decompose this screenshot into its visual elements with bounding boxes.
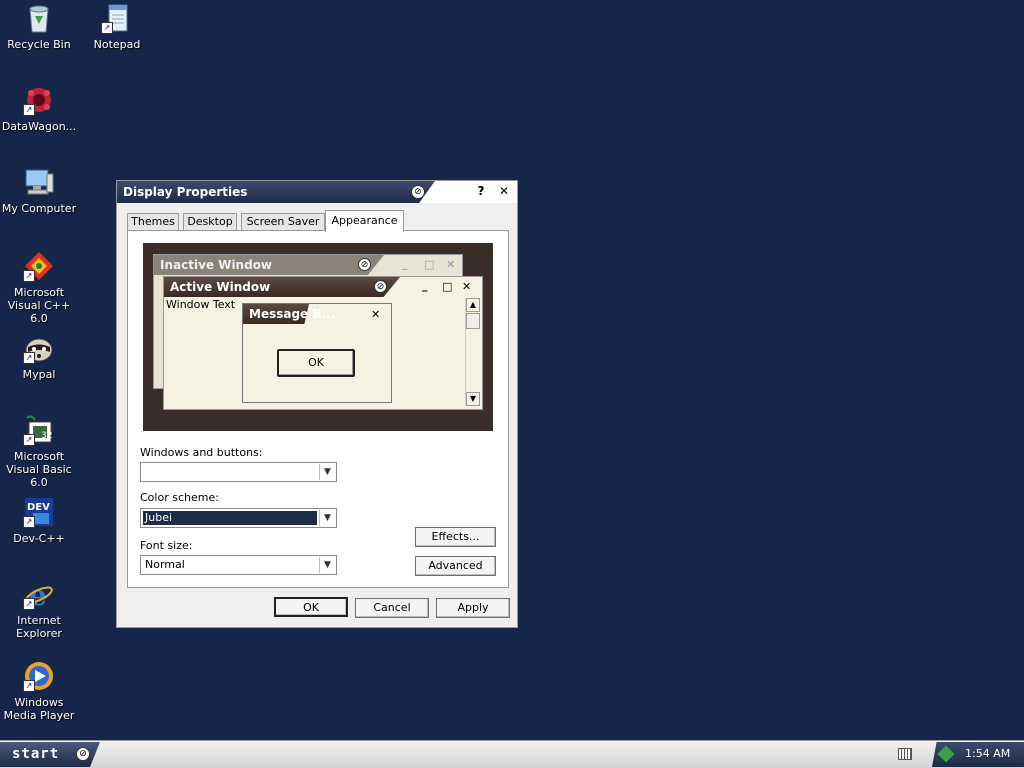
desktop-icon-label: DataWagon... xyxy=(1,120,77,133)
preview-orb-icon: ⊘ xyxy=(358,258,371,271)
dev-cpp-icon: DEV ↗ xyxy=(23,496,55,528)
apply-button[interactable]: Apply xyxy=(436,598,510,618)
clock[interactable]: 1:54 AM xyxy=(965,747,1010,760)
scroll-down-icon: ▼ xyxy=(466,392,480,406)
start-orb-icon: ⊘ xyxy=(76,747,90,761)
cancel-button[interactable]: Cancel xyxy=(355,598,429,618)
appearance-preview: Inactive Window ⊘ _ □ ✕ Active Window ⊘ … xyxy=(143,243,493,431)
desktop-icon-label: Microsoft Visual Basic 6.0 xyxy=(6,450,72,489)
network-icon[interactable] xyxy=(937,745,955,763)
chevron-down-icon: ▼ xyxy=(319,464,335,480)
preview-close-icon: ✕ xyxy=(371,308,381,321)
desktop-icon-visual-basic[interactable]: 32 ↗ Microsoft Visual Basic 6.0 xyxy=(0,414,78,489)
shortcut-arrow-icon: ↗ xyxy=(23,434,35,446)
desktop-icon-visual-cpp[interactable]: ↗ Microsoft Visual C++ 6.0 xyxy=(0,250,78,325)
preview-close-icon: ✕ xyxy=(446,258,456,271)
preview-orb-icon: ⊘ xyxy=(374,280,387,293)
desktop-icon-label: Microsoft Visual C++ 6.0 xyxy=(7,286,71,325)
preview-minimize-icon: _ xyxy=(422,279,428,292)
preview-scrollbar: ▲ ▼ xyxy=(465,298,480,406)
preview-message-title: Message B... xyxy=(249,307,336,321)
font-size-select[interactable]: Normal ▼ xyxy=(140,555,337,575)
tab-themes[interactable]: Themes xyxy=(127,213,179,231)
desktop-icon-label: Recycle Bin xyxy=(7,38,71,51)
preview-active-title: Active Window xyxy=(170,280,271,294)
titlebar-orb-icon: ⊘ xyxy=(411,185,425,199)
desktop-icon-label: My Computer xyxy=(1,202,77,215)
desktop-icon-mypal[interactable]: ↗ Mypal xyxy=(0,332,78,381)
dialog-title: Display Properties xyxy=(123,185,248,199)
mypal-raccoon-icon: ↗ xyxy=(23,332,55,364)
desktop-icon-my-computer[interactable]: My Computer xyxy=(0,166,78,215)
color-scheme-select[interactable]: Jubei ▼ xyxy=(140,508,337,528)
internet-explorer-icon: e ↗ xyxy=(23,578,55,612)
close-button[interactable]: ✕ xyxy=(497,184,511,198)
preview-close-icon: ✕ xyxy=(462,280,472,293)
desktop-icon-notepad[interactable]: ↗ Notepad xyxy=(78,2,156,51)
shortcut-arrow-icon: ↗ xyxy=(23,104,35,116)
svg-text:32: 32 xyxy=(41,431,52,441)
datawagon-icon: ↗ xyxy=(23,84,55,116)
keyboard-icon[interactable] xyxy=(898,748,912,760)
shortcut-arrow-icon: ↗ xyxy=(23,270,35,282)
desktop-icon-label: Windows Media Player xyxy=(3,696,75,722)
color-scheme-value: Jubei xyxy=(143,511,317,525)
color-scheme-label: Color scheme: xyxy=(140,491,219,504)
desktop-icon-dev-cpp[interactable]: DEV ↗ Dev-C++ xyxy=(0,496,78,545)
preview-inactive-title: Inactive Window xyxy=(160,258,273,272)
tab-appearance[interactable]: Appearance xyxy=(325,210,404,232)
font-size-label: Font size: xyxy=(140,539,193,552)
media-player-icon: ↗ xyxy=(23,660,55,692)
taskbar: start ⊘ xyxy=(0,740,1024,768)
tab-screen-saver[interactable]: Screen Saver xyxy=(241,213,325,231)
my-computer-icon xyxy=(23,166,55,198)
shortcut-arrow-icon: ↗ xyxy=(23,598,35,610)
desktop-icon-datawagon[interactable]: ↗ DataWagon... xyxy=(0,84,78,133)
display-properties-dialog: Display Properties ⊘ ? ✕ Themes Desktop … xyxy=(116,180,518,628)
chevron-down-icon: ▼ xyxy=(319,510,335,526)
notepad-icon: ↗ xyxy=(101,2,133,34)
windows-buttons-value xyxy=(143,465,145,479)
shortcut-arrow-icon: ↗ xyxy=(23,516,35,528)
recycle-bin-icon xyxy=(23,2,55,34)
visual-cpp-icon: ↗ xyxy=(23,250,55,282)
chevron-down-icon: ▼ xyxy=(319,557,335,573)
advanced-button[interactable]: Advanced xyxy=(415,556,496,576)
tab-desktop[interactable]: Desktop xyxy=(183,213,237,231)
desktop-icon-label: Mypal xyxy=(22,368,56,381)
help-button[interactable]: ? xyxy=(474,184,488,198)
scroll-up-icon: ▲ xyxy=(466,298,480,312)
effects-button[interactable]: Effects... xyxy=(415,527,496,547)
start-button[interactable]: start ⊘ xyxy=(0,742,100,767)
appearance-panel: Inactive Window ⊘ _ □ ✕ Active Window ⊘ … xyxy=(127,230,509,588)
preview-maximize-icon: □ xyxy=(442,280,453,293)
windows-buttons-select[interactable]: ▼ xyxy=(140,462,337,482)
font-size-value: Normal xyxy=(145,558,185,571)
preview-minimize-icon: _ xyxy=(402,257,408,270)
svg-text:DEV: DEV xyxy=(27,502,50,513)
preview-message-box: Message B... ✕ OK xyxy=(242,303,392,403)
preview-window-text: Window Text xyxy=(166,298,236,311)
start-label: start xyxy=(12,746,60,762)
desktop-icon-windows-media-player[interactable]: ↗ Windows Media Player xyxy=(0,660,78,722)
shortcut-arrow-icon: ↗ xyxy=(23,352,35,364)
desktop-icon-label: Internet Explorer xyxy=(16,614,62,640)
shortcut-arrow-icon: ↗ xyxy=(23,680,35,692)
visual-basic-icon: 32 ↗ xyxy=(23,414,55,446)
preview-maximize-icon: □ xyxy=(424,258,435,271)
preview-message-ok-button: OK xyxy=(277,349,355,377)
desktop-icon-label: Notepad xyxy=(93,38,141,51)
desktop-icon-internet-explorer[interactable]: e ↗ Internet Explorer xyxy=(0,578,78,640)
ok-button[interactable]: OK xyxy=(274,597,348,617)
desktop-icon-recycle-bin[interactable]: Recycle Bin xyxy=(0,2,78,51)
windows-buttons-label: Windows and buttons: xyxy=(140,446,263,459)
scroll-thumb xyxy=(466,313,480,329)
desktop-icon-label: Dev-C++ xyxy=(13,532,65,545)
shortcut-arrow-icon: ↗ xyxy=(101,22,113,34)
dialog-titlebar[interactable]: Display Properties ⊘ ? ✕ xyxy=(117,181,517,203)
